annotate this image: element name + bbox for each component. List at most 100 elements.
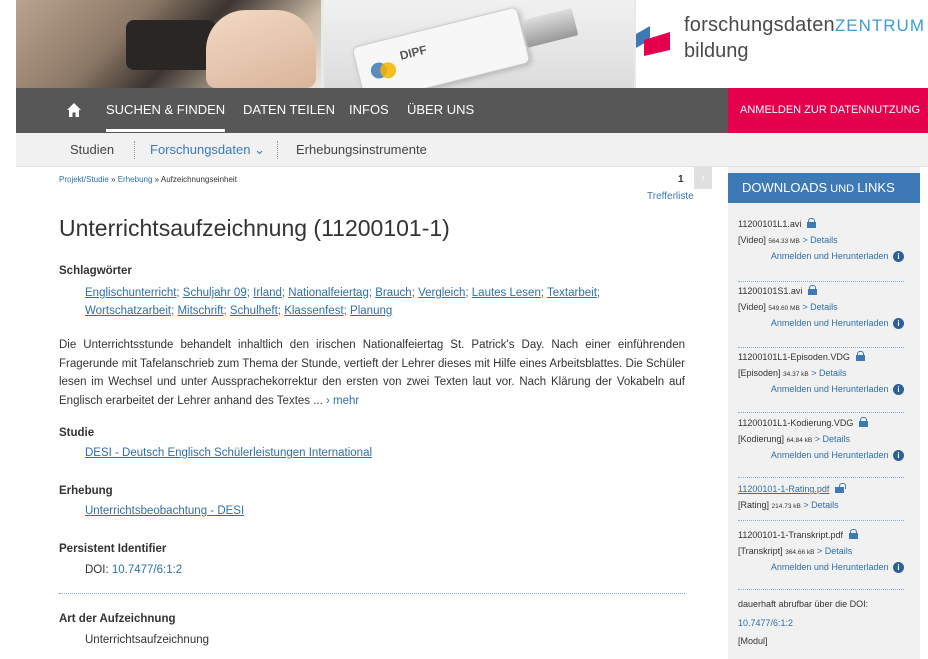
login-download-link[interactable]: Anmelden und Herunterladen [771,251,889,261]
header-photo-camera [16,0,321,88]
keyword-link[interactable]: Mitschrift [177,305,223,317]
subnav-divider [277,141,278,159]
keyword-link[interactable]: Brauch [375,287,411,299]
keyword-link[interactable]: Irland [253,287,282,299]
details-link[interactable]: > Details [803,500,838,510]
keyword-link[interactable]: Textarbeit [547,287,597,299]
file-name: 11200101L1-Kodierung.VDG [738,418,854,428]
info-icon[interactable]: i [893,384,904,395]
download-item: 11200101-1-Transkript.pdf [Transkript] 3… [738,529,904,573]
result-list-link[interactable]: Trefferliste [647,191,694,202]
study-heading: Studie [59,427,95,439]
logo-text-zentrum: ZENTRUM [834,16,925,35]
lock-icon [808,285,818,295]
downloads-sidebar: Downloads und Links 11200101L1.avi [Vide… [728,167,920,659]
usb-stick: DIPF [351,6,579,88]
persistent-identifier-heading: Persistent Identifier [59,543,167,555]
subnav-forschungsdaten[interactable]: Forschungsdaten ⌄ [150,142,265,158]
file-name: 11200101S1.avi [738,286,803,296]
login-download-link[interactable]: Anmelden und Herunterladen [771,318,889,328]
keyword-link[interactable]: Schulheft [230,305,278,317]
doi-link[interactable]: 10.7477/6:1:2 [112,564,182,576]
sidebar-doi-link[interactable]: 10.7477/6:1:2 [738,618,793,628]
download-item: 11200101L1.avi [Video] 564.33 MB > Detai… [738,218,904,262]
hand-shape [206,10,316,88]
record-description: Die Unterrichtsstunde behandelt inhaltli… [59,336,685,410]
keyword-link[interactable]: Wortschatzarbeit [85,305,171,317]
info-icon[interactable]: i [893,450,904,461]
survey-heading: Erhebung [59,485,113,497]
header-photo-usb: DIPF [324,0,634,88]
record-main: Projekt/Studie » Erhebung » Aufzeichnung… [32,167,712,659]
info-icon[interactable]: i [893,318,904,329]
keyword-link[interactable]: Schuljahr 09 [183,287,247,299]
keyword-link[interactable]: Nationalfeiertag [288,287,369,299]
home-icon[interactable] [66,102,82,118]
details-link[interactable]: > Details [815,434,850,444]
keyword-link[interactable]: Lautes Lesen [472,287,541,299]
breadcrumb: Projekt/Studie » Erhebung » Aufzeichnung… [59,175,237,184]
main-navigation: Suchen & Finden Daten teilen Infos Über … [16,88,928,133]
lock-icon [849,529,859,539]
logo-text-forschungsdaten: forschungsdaten [684,14,835,36]
camera-shape [126,20,216,70]
download-item: 11200101L1-Episoden.VDG [Episoden] 34.37… [738,351,904,395]
subnav-divider [134,141,135,159]
breadcrumb-current: Aufzeichnungseinheit [160,175,237,184]
download-item: 11200101S1.avi [Video] 549.60 MB > Detai… [738,285,904,329]
lock-icon [855,351,865,361]
page-title: Unterrichtsaufzeichnung (11200101-1) [59,215,450,241]
details-link[interactable]: > Details [811,368,846,378]
file-download-link[interactable]: 11200101-1-Rating.pdf [738,484,829,494]
details-link[interactable]: > Details [817,546,852,556]
nav-suchen-finden[interactable]: Suchen & Finden [106,102,226,132]
details-link[interactable]: > Details [802,302,837,312]
lock-icon [859,417,869,427]
login-download-link[interactable]: Anmelden und Herunterladen [771,562,889,572]
download-item: 11200101-1-Rating.pdf [Rating] 214.73 kB… [738,483,904,510]
unlocked-icon [835,483,847,493]
lock-icon [807,218,817,228]
keyword-link[interactable]: Klassenfest [284,305,343,317]
keywords-list: Englischunterricht; Schuljahr 09; Irland… [85,287,601,317]
section-divider [59,593,685,594]
next-result-button[interactable]: › [694,167,712,189]
login-download-link[interactable]: Anmelden und Herunterladen [771,384,889,394]
survey-link[interactable]: Unterrichtsbeobachtung - DESI [85,505,244,517]
breadcrumb-projekt-studie[interactable]: Projekt/Studie [59,175,109,184]
subnav-studien[interactable]: Studien [70,142,114,157]
site-header: DIPF forschungsdatenZENTRUM bildung [16,0,928,88]
module-label: [Modul] [738,636,768,646]
login-button[interactable]: Anmelden zur Datennutzung [728,88,928,133]
nav-ueber-uns[interactable]: Über uns [407,102,474,117]
subnav-erhebungsinstrumente[interactable]: Erhebungsinstrumente [296,142,427,157]
recording-type-heading: Art der Aufzeichnung [59,613,176,625]
description-text: Die Unterrichtsstunde behandelt inhaltli… [59,339,685,407]
usb-label: DIPF [398,42,429,63]
file-name: 11200101L1.avi [738,219,802,229]
file-name: 11200101-1-Transkript.pdf [738,530,844,540]
sub-navigation: Studien Forschungsdaten ⌄ Erhebungsinstr… [16,133,928,167]
login-download-link[interactable]: Anmelden und Herunterladen [771,450,889,460]
keyword-link[interactable]: Planung [350,305,392,317]
logo-text-bildung: bildung [684,40,749,62]
downloads-heading: Downloads und Links [728,173,920,203]
site-logo[interactable]: forschungsdatenZENTRUM bildung [636,0,928,88]
doi-line: DOI: 10.7477/6:1:2 [85,564,183,576]
breadcrumb-erhebung[interactable]: Erhebung [118,175,153,184]
file-name: 11200101L1-Episoden.VDG [738,352,850,362]
keyword-link[interactable]: Englischunterricht [85,287,176,299]
nav-daten-teilen[interactable]: Daten teilen [243,102,335,117]
keywords-heading: Schlagwörter [59,265,132,277]
info-icon[interactable]: i [893,562,904,573]
info-icon[interactable]: i [893,251,904,262]
doi-note: dauerhaft abrufbar über die DOI: [738,599,869,609]
study-link[interactable]: DESI - Deutsch Englisch Schülerleistunge… [85,447,372,459]
recording-type-value: Unterrichtsaufzeichnung [85,634,210,646]
download-item: 11200101L1-Kodierung.VDG [Kodierung] 64.… [738,417,904,461]
result-number: 1 [678,174,684,185]
keyword-link[interactable]: Vergleich [418,287,465,299]
details-link[interactable]: > Details [802,235,837,245]
more-link[interactable]: › mehr [326,395,359,407]
nav-infos[interactable]: Infos [349,102,389,117]
